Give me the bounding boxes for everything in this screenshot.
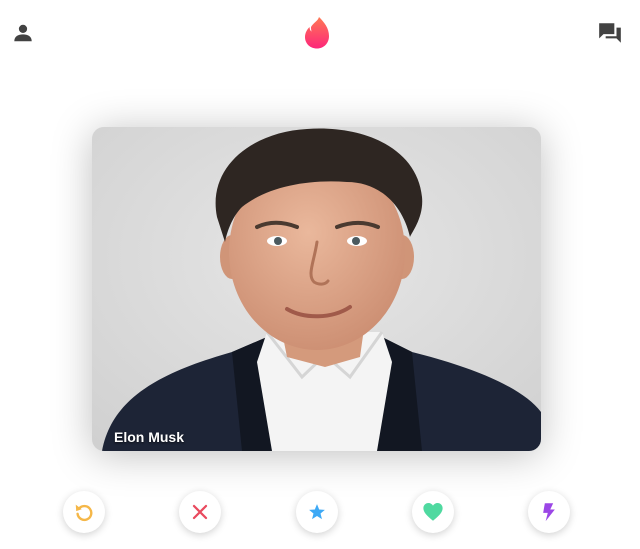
portrait-photo (92, 127, 541, 451)
profile-name: Elon Musk (114, 429, 185, 445)
star-icon (309, 504, 325, 520)
heart-icon (423, 503, 443, 521)
boost-button[interactable] (528, 491, 570, 533)
super-like-button[interactable] (296, 491, 338, 533)
profile-card[interactable]: Elon Musk (92, 127, 541, 451)
profile-button[interactable] (12, 22, 34, 44)
person-icon (14, 24, 32, 42)
rewind-icon (75, 504, 93, 522)
app-screen: Elon Musk (0, 0, 640, 549)
chat-button[interactable] (597, 20, 623, 46)
rewind-button[interactable] (63, 491, 105, 533)
nope-button[interactable] (179, 491, 221, 533)
app-logo[interactable] (302, 17, 332, 49)
chat-bubbles-icon (599, 23, 621, 43)
lightning-icon (543, 503, 555, 522)
like-button[interactable] (412, 491, 454, 533)
close-icon (192, 504, 208, 520)
flame-icon (305, 17, 329, 49)
